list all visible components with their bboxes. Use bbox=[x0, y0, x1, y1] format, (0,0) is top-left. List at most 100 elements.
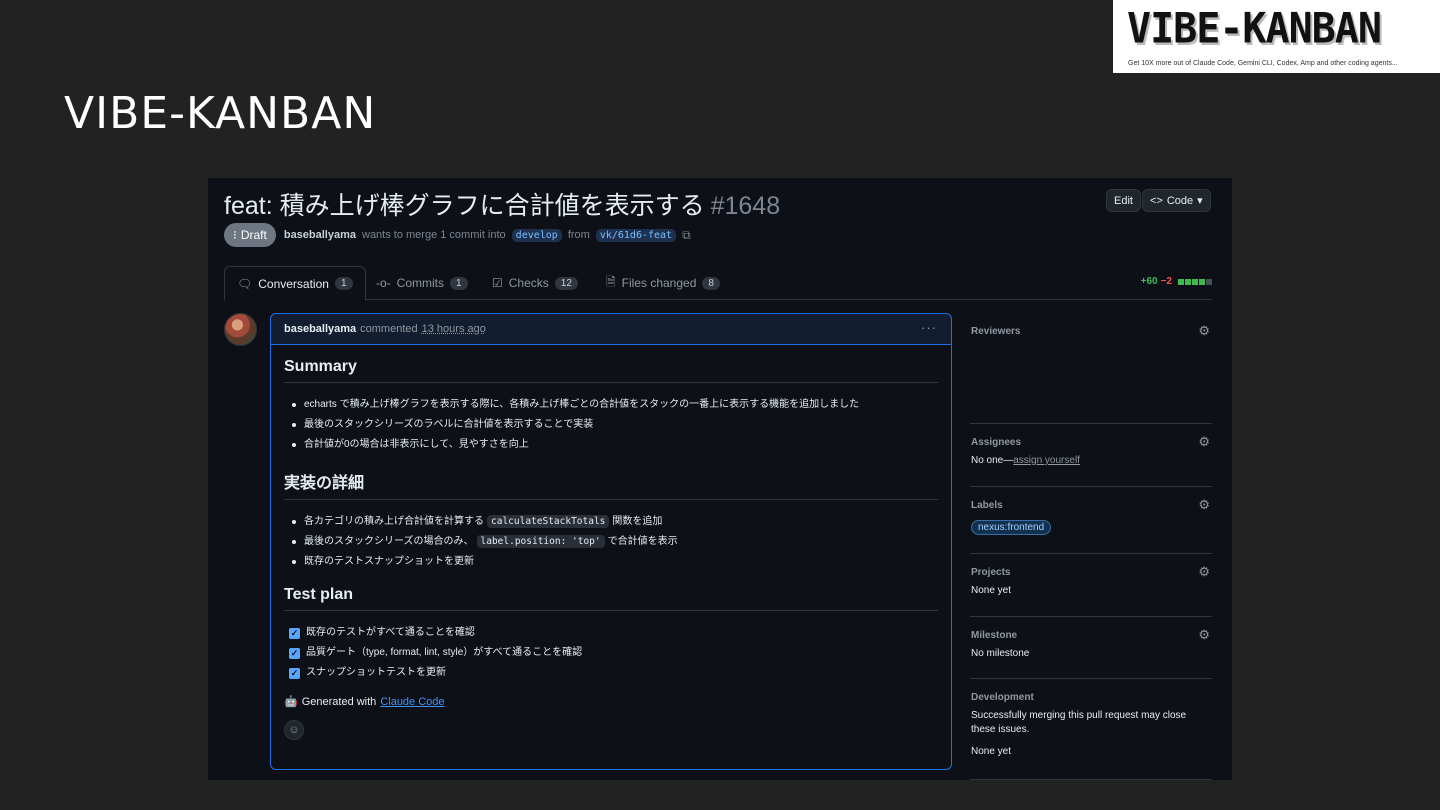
task-item-text: 品質ゲート（type, format, lint, style）がすべて通ること… bbox=[306, 647, 583, 658]
tab-count: 12 bbox=[554, 276, 578, 290]
avatar[interactable] bbox=[224, 313, 257, 346]
assignees-heading[interactable]: Assignees bbox=[971, 437, 1212, 448]
projects-heading[interactable]: Projects bbox=[971, 567, 1212, 578]
gear-icon[interactable]: ⚙ bbox=[1198, 627, 1210, 643]
tab-commits[interactable]: -o- Commits 1 bbox=[364, 266, 480, 300]
development-heading: Development bbox=[971, 692, 1034, 703]
diffstat-bar bbox=[1206, 278, 1212, 285]
list-item: echarts で積み上げ棒グラフを表示する際に、各積み上げ棒ごとの合計値をスタ… bbox=[284, 395, 938, 415]
vibe-kanban-logo: VIBE-KANBAN Get 10X more out of Claude C… bbox=[1113, 0, 1440, 73]
task-item: ✓ スナップショットテストを更新 bbox=[284, 663, 938, 683]
sidebar-labels: Labels ⚙ nexus:frontend bbox=[970, 487, 1212, 554]
head-branch[interactable]: vk/61d6-feat bbox=[595, 228, 677, 242]
pr-title: feat: 積み上げ棒グラフに合計値を表示する #1648 bbox=[224, 186, 780, 222]
milestone-heading[interactable]: Milestone bbox=[971, 630, 1212, 641]
summary-list: echarts で積み上げ棒グラフを表示する際に、各積み上げ棒ごとの合計値をスタ… bbox=[284, 395, 938, 455]
diffstat-bar bbox=[1199, 278, 1205, 285]
tab-conversation[interactable]: 🗨 Conversation 1 bbox=[224, 266, 366, 301]
copy-icon[interactable]: ⧉ bbox=[682, 228, 691, 243]
testplan-heading: Test plan bbox=[284, 586, 938, 611]
edit-button-label: Edit bbox=[1114, 194, 1133, 207]
list-item: 最後のスタックシリーズの場合のみ、 label.position: 'top' で合… bbox=[284, 532, 938, 552]
assignees-value: No one—assign yourself bbox=[971, 454, 1212, 468]
task-item: ✓ 品質ゲート（type, format, lint, style）がすべて通るこ… bbox=[284, 643, 938, 663]
assign-yourself-link[interactable]: assign yourself bbox=[1013, 455, 1080, 466]
code-button-label: Code bbox=[1166, 194, 1194, 207]
base-branch[interactable]: develop bbox=[511, 228, 562, 242]
sidebar-development: Development Successfully merging this pu… bbox=[970, 679, 1212, 780]
gear-icon[interactable]: ⚙ bbox=[1198, 323, 1210, 339]
development-value: None yet bbox=[971, 746, 1012, 757]
tab-count: 1 bbox=[450, 276, 468, 290]
task-item-text: 既存のテストがすべて通ることを確認 bbox=[306, 627, 475, 638]
task-item: ✓ 既存のテストがすべて通ることを確認 bbox=[284, 623, 938, 643]
list-item-text: 関数を追加 bbox=[612, 516, 663, 527]
sidebar-milestone: Milestone ⚙ No milestone bbox=[970, 617, 1212, 679]
list-item: 各カテゴリの積み上げ合計値を計算する calculateStackTotals 関数… bbox=[284, 512, 938, 532]
checkbox-checked-icon[interactable]: ✓ bbox=[289, 667, 300, 679]
slide-title: VIBE-KANBAN bbox=[64, 88, 377, 139]
diffstat: +60 −2 bbox=[1141, 276, 1212, 287]
sidebar-reviewers: Reviewers ⚙ bbox=[970, 313, 1212, 424]
list-item-text: で合計値を表示 bbox=[607, 536, 678, 547]
tab-checks[interactable]: ☑ Checks 12 bbox=[480, 266, 590, 300]
generated-prefix: Generated with bbox=[301, 695, 377, 708]
comment-timestamp[interactable]: 13 hours ago bbox=[422, 323, 486, 335]
list-item: 合計値が0の場合は非表示にして、見やすさを向上 bbox=[284, 435, 938, 455]
edit-button[interactable]: Edit bbox=[1106, 189, 1141, 212]
list-item: 既存のテストスナップショットを更新 bbox=[284, 552, 938, 572]
comment-header: baseballyama commented 13 hours ago ··· bbox=[271, 314, 951, 345]
tab-label: Commits bbox=[396, 276, 445, 290]
task-item-text: スナップショットテストを更新 bbox=[306, 667, 446, 678]
caret-down-icon: ▾ bbox=[1197, 195, 1203, 207]
logo-wordmark: VIBE-KANBAN bbox=[1127, 4, 1382, 54]
comment-action: commented bbox=[360, 323, 418, 335]
gear-icon[interactable]: ⚙ bbox=[1198, 497, 1210, 513]
tab-files-changed[interactable]: 🗎 Files changed 8 bbox=[594, 266, 732, 300]
list-item-text: 各カテゴリの積み上げ合計値を計算する bbox=[304, 516, 484, 527]
logo-tagline: Get 10X more out of Claude Code, Gemini … bbox=[1128, 60, 1398, 67]
projects-value: None yet bbox=[971, 585, 1012, 596]
smiley-icon: ☺ bbox=[288, 724, 300, 736]
details-list: 各カテゴリの積み上げ合計値を計算する calculateStackTotals 関数… bbox=[284, 512, 938, 572]
tab-label: Files changed bbox=[621, 276, 697, 290]
summary-heading: Summary bbox=[284, 358, 938, 383]
tab-count: 8 bbox=[702, 276, 720, 290]
generated-with: 🤖 Generated with Claude Code bbox=[284, 695, 938, 709]
gear-icon[interactable]: ⚙ bbox=[1198, 564, 1210, 580]
comment-body: Summary echarts で積み上げ棒グラフを表示する際に、各積み上げ棒ご… bbox=[271, 345, 951, 740]
labels-heading[interactable]: Labels bbox=[971, 500, 1212, 511]
kebab-menu-icon[interactable]: ··· bbox=[921, 320, 937, 335]
list-item-text: 最後のスタックシリーズの場合のみ、 bbox=[304, 536, 474, 547]
diffstat-deletions: −2 bbox=[1160, 276, 1172, 287]
pr-author-link[interactable]: baseballyama bbox=[284, 229, 356, 241]
comment-author[interactable]: baseballyama bbox=[284, 323, 356, 335]
add-reaction-button[interactable]: ☺ bbox=[284, 720, 304, 740]
gear-icon[interactable]: ⚙ bbox=[1198, 434, 1210, 450]
tab-label: Checks bbox=[508, 276, 549, 290]
code-icon: <> bbox=[1150, 194, 1163, 207]
pr-title-text: feat: 積み上げ棒グラフに合計値を表示する bbox=[224, 192, 705, 220]
claude-code-link[interactable]: Claude Code bbox=[380, 696, 444, 708]
details-heading: 実装の詳細 bbox=[284, 469, 938, 500]
assignees-none: No one— bbox=[971, 455, 1014, 466]
pr-sidebar: Reviewers ⚙ Assignees ⚙ No one—assign yo… bbox=[970, 313, 1212, 780]
pr-screenshot: feat: 積み上げ棒グラフに合計値を表示する #1648 Edit <> Cod… bbox=[208, 178, 1232, 780]
checkbox-checked-icon[interactable]: ✓ bbox=[289, 647, 300, 659]
milestone-value: No milestone bbox=[971, 648, 1030, 659]
checklist-icon: ☑ bbox=[492, 276, 503, 290]
draft-badge: ⁝ Draft bbox=[224, 223, 276, 247]
development-text: Successfully merging this pull request m… bbox=[971, 710, 1187, 735]
tab-count: 1 bbox=[334, 277, 353, 290]
git-commit-icon: -o- bbox=[376, 276, 391, 290]
pr-meta: ⁝ Draft baseballyama wants to merge 1 co… bbox=[224, 223, 691, 247]
label-badge[interactable]: nexus:frontend bbox=[971, 520, 1052, 535]
code-button[interactable]: <> Code ▾ bbox=[1142, 189, 1211, 212]
diffstat-bar bbox=[1192, 278, 1198, 285]
list-item: 最後のスタックシリーズのラベルに合計値を表示することで実装 bbox=[284, 415, 938, 435]
checkbox-checked-icon[interactable]: ✓ bbox=[289, 627, 300, 639]
robot-emoji-icon: 🤖 bbox=[284, 696, 298, 708]
reviewers-heading[interactable]: Reviewers bbox=[971, 326, 1212, 337]
pr-description-comment: baseballyama commented 13 hours ago ··· … bbox=[270, 313, 952, 770]
sidebar-projects: Projects ⚙ None yet bbox=[970, 554, 1212, 617]
